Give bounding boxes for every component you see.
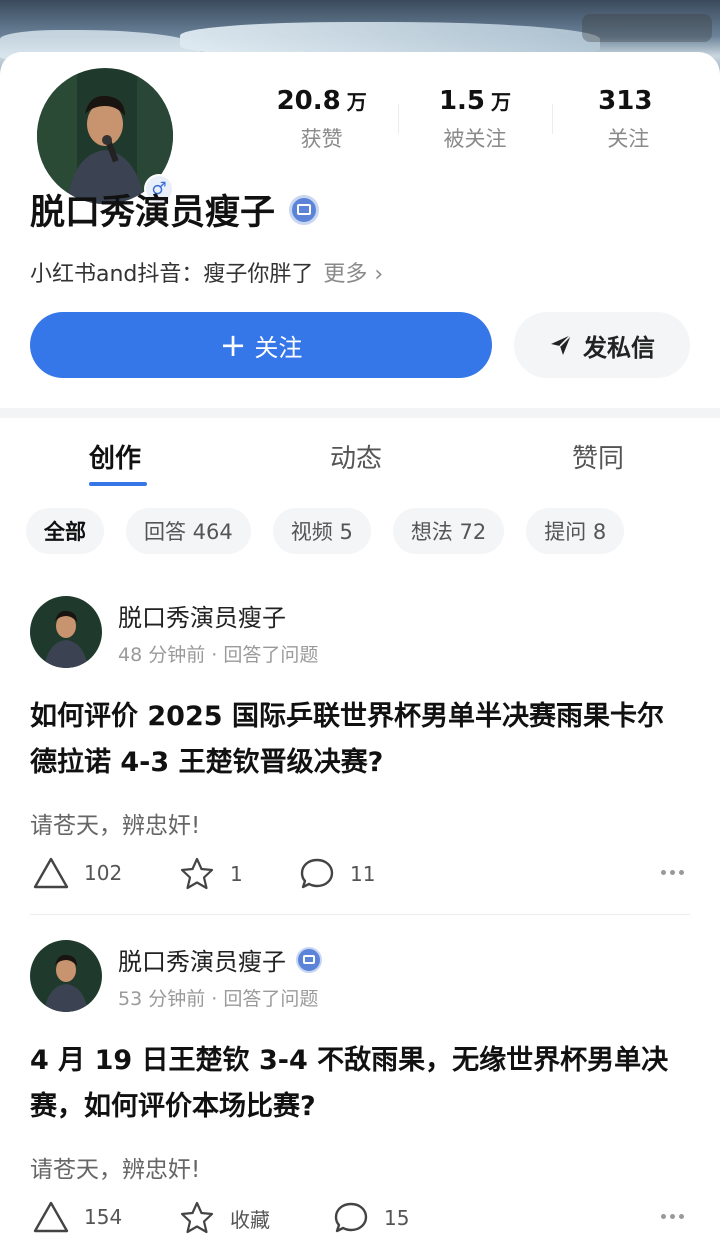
profile-name-text: 脱口秀演员瘦子 (30, 193, 276, 233)
filter-thoughts[interactable]: 想法 72 (392, 508, 505, 554)
tab-creations[interactable]: 创作 (89, 438, 141, 475)
profile-name: 脱口秀演员瘦子 (30, 184, 320, 235)
post-title[interactable]: 如何评价 2025 国际乒联世界杯男单半决赛雨果卡尔德拉诺 4-3 王楚钦晋级决… (30, 694, 690, 786)
more-options-icon[interactable] (657, 870, 684, 875)
send-message-button[interactable]: 发私信 (514, 312, 690, 378)
feed-divider (30, 914, 690, 915)
post-title[interactable]: 4 月 19 日王楚钦 3-4 不敌雨果，无缘世界杯男单决赛，如何评价本场比赛? (30, 1038, 690, 1130)
favorite-count: 1 (230, 862, 243, 886)
star-icon (180, 1201, 214, 1234)
author-name-text: 脱口秀演员瘦子 (118, 604, 286, 632)
comment-bubble-icon (334, 1202, 368, 1233)
author-name[interactable]: 脱口秀演员瘦子 (118, 942, 322, 977)
comment-button[interactable]: 15 (332, 1200, 409, 1236)
bio-text: 小红书and抖音：瘦子你胖了 (30, 262, 314, 287)
post-meta: 53 分钟前 · 回答了问题 (118, 988, 319, 1010)
author-avatar[interactable] (30, 940, 102, 1012)
upvote-count: 154 (84, 1205, 123, 1229)
follow-button[interactable]: + 关注 (30, 312, 492, 378)
follow-button-label: 关注 (254, 333, 303, 362)
filter-answers[interactable]: 回答 464 (126, 508, 251, 554)
stat-likes-value: 20.8 (276, 86, 341, 116)
comment-count: 15 (384, 1206, 410, 1230)
post-actions: 102 1 11 (30, 856, 690, 896)
favorite-button[interactable]: 1 (178, 856, 243, 892)
feed-item[interactable]: 脱口秀演员瘦子 48 分钟前 · 回答了问题 如何评价 2025 国际乒联世界杯… (30, 596, 690, 916)
star-icon (180, 857, 214, 890)
upvote-triangle-icon (33, 1201, 69, 1233)
more-options-icon[interactable] (657, 1214, 684, 1219)
profile-sheet: ♂ 20.8 万 获赞 1.5 万 被关注 313 关注 脱口秀演员瘦子 小红书an… (0, 52, 720, 1253)
send-message-label: 发私信 (583, 333, 655, 362)
plus-icon: + (219, 326, 247, 364)
comment-bubble-icon (300, 858, 334, 889)
post-excerpt[interactable]: 请苍天，辨忠奸! (30, 806, 200, 840)
cover-redacted-area (582, 14, 712, 42)
stat-following[interactable]: 313 关注 (551, 84, 705, 154)
stat-following-label: 关注 (607, 127, 650, 151)
stat-likes-unit: 万 (346, 90, 367, 114)
upvote-button[interactable]: 102 (32, 856, 122, 890)
stat-likes[interactable]: 20.8 万 获赞 (245, 84, 398, 154)
stat-followers[interactable]: 1.5 万 被关注 (398, 84, 551, 154)
upvote-triangle-icon (33, 857, 69, 889)
tab-activity[interactable]: 动态 (330, 438, 382, 475)
filter-questions[interactable]: 提问 8 (526, 508, 625, 554)
favorite-label: 收藏 (230, 1207, 270, 1232)
tab-upvoted[interactable]: 赞同 (572, 438, 624, 475)
author-name[interactable]: 脱口秀演员瘦子 (118, 598, 286, 633)
author-avatar[interactable] (30, 596, 102, 668)
bio-more-link[interactable]: 更多 › (323, 262, 383, 287)
verified-badge-icon[interactable] (289, 194, 320, 225)
verified-badge-icon[interactable] (296, 946, 322, 973)
favorite-button[interactable]: 收藏 (178, 1200, 270, 1236)
comment-count: 11 (350, 862, 376, 886)
paper-plane-icon (551, 334, 572, 355)
stat-followers-unit: 万 (491, 90, 512, 114)
profile-bio[interactable]: 小红书and抖音：瘦子你胖了 更多 › (30, 256, 383, 288)
content-tabs: 创作 动态 赞同 (0, 432, 720, 492)
filter-videos[interactable]: 视频 5 (272, 508, 371, 554)
feed-item[interactable]: 脱口秀演员瘦子 53 分钟前 · 回答了问题 4 月 19 日王楚钦 3-4 不… (30, 940, 690, 1253)
section-divider (0, 408, 720, 418)
post-meta: 48 分钟前 · 回答了问题 (118, 644, 319, 666)
active-tab-indicator (89, 482, 147, 486)
filter-all[interactable]: 全部 (26, 508, 104, 554)
profile-stats: 20.8 万 获赞 1.5 万 被关注 313 关注 (245, 84, 705, 154)
comment-button[interactable]: 11 (298, 856, 375, 892)
upvote-button[interactable]: 154 (32, 1200, 122, 1234)
filter-chips: 全部 回答 464 视频 5 想法 72 提问 8 (26, 508, 720, 554)
stat-followers-label: 被关注 (443, 127, 507, 151)
stat-likes-label: 获赞 (300, 127, 343, 151)
post-actions: 154 收藏 15 (30, 1200, 690, 1240)
stat-following-value: 313 (598, 86, 653, 116)
author-name-text: 脱口秀演员瘦子 (118, 948, 286, 976)
stat-followers-value: 1.5 (438, 86, 486, 116)
post-excerpt[interactable]: 请苍天，辨忠奸! (30, 1150, 200, 1184)
upvote-count: 102 (84, 861, 123, 885)
